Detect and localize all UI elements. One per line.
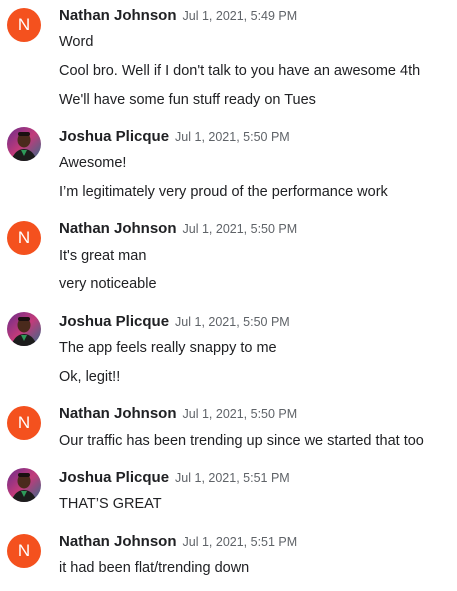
- avatar[interactable]: [7, 127, 41, 161]
- message-text: Awesome!: [59, 155, 127, 171]
- message-text: I’m legitimately very proud of the perfo…: [59, 184, 388, 200]
- author-name[interactable]: Nathan Johnson: [59, 533, 177, 550]
- timestamp: Jul 1, 2021, 5:50 PM: [175, 130, 290, 144]
- message-text: It's great man: [59, 248, 147, 264]
- message-text: Cool bro. Well if I don't talk to you ha…: [59, 63, 421, 79]
- author-name[interactable]: Nathan Johnson: [59, 7, 177, 24]
- avatar[interactable]: [7, 468, 41, 502]
- timestamp: Jul 1, 2021, 5:50 PM: [182, 407, 298, 421]
- message-text: THAT’S GREAT: [59, 496, 162, 512]
- author-name[interactable]: Nathan Johnson: [59, 405, 177, 422]
- timestamp: Jul 1, 2021, 5:51 PM: [175, 471, 290, 485]
- user-photo-icon: [7, 312, 41, 346]
- timestamp: Jul 1, 2021, 5:50 PM: [175, 315, 290, 329]
- user-photo-icon: [7, 127, 41, 161]
- author-name[interactable]: Joshua Plicque: [59, 313, 169, 330]
- avatar[interactable]: N: [7, 221, 41, 255]
- timestamp: Jul 1, 2021, 5:51 PM: [182, 535, 298, 549]
- user-photo-icon: [7, 468, 41, 502]
- author-name[interactable]: Nathan Johnson: [59, 220, 177, 237]
- message-header: Nathan Johnson Jul 1, 2021, 5:49 PM: [59, 6, 297, 26]
- timestamp: Jul 1, 2021, 5:50 PM: [182, 222, 298, 236]
- message-text: Ok, legit!!: [59, 369, 121, 385]
- message-text: Word: [59, 34, 94, 50]
- message-header: Joshua Plicque Jul 1, 2021, 5:50 PM: [59, 127, 290, 147]
- timestamp: Jul 1, 2021, 5:49 PM: [182, 9, 298, 23]
- author-name[interactable]: Joshua Plicque: [59, 128, 169, 145]
- message-header: Joshua Plicque Jul 1, 2021, 5:51 PM: [59, 468, 290, 488]
- message-text: The app feels really snappy to me: [59, 340, 277, 356]
- message-header: Joshua Plicque Jul 1, 2021, 5:50 PM: [59, 312, 290, 332]
- avatar[interactable]: N: [7, 406, 41, 440]
- message-text: it had been flat/trending down: [59, 560, 250, 576]
- message-header: Nathan Johnson Jul 1, 2021, 5:50 PM: [59, 404, 297, 424]
- message-text: very noticeable: [59, 276, 157, 292]
- message-text: We'll have some fun stuff ready on Tues: [59, 92, 316, 108]
- avatar[interactable]: N: [7, 8, 41, 42]
- message-header: Nathan Johnson Jul 1, 2021, 5:50 PM: [59, 219, 297, 239]
- message-text: Our traffic has been trending up since w…: [59, 433, 424, 449]
- avatar[interactable]: [7, 312, 41, 346]
- message-header: Nathan Johnson Jul 1, 2021, 5:51 PM: [59, 532, 297, 552]
- author-name[interactable]: Joshua Plicque: [59, 469, 169, 486]
- chat-transcript: N Nathan Johnson Jul 1, 2021, 5:49 PM Wor…: [0, 0, 457, 591]
- avatar[interactable]: N: [7, 534, 41, 568]
